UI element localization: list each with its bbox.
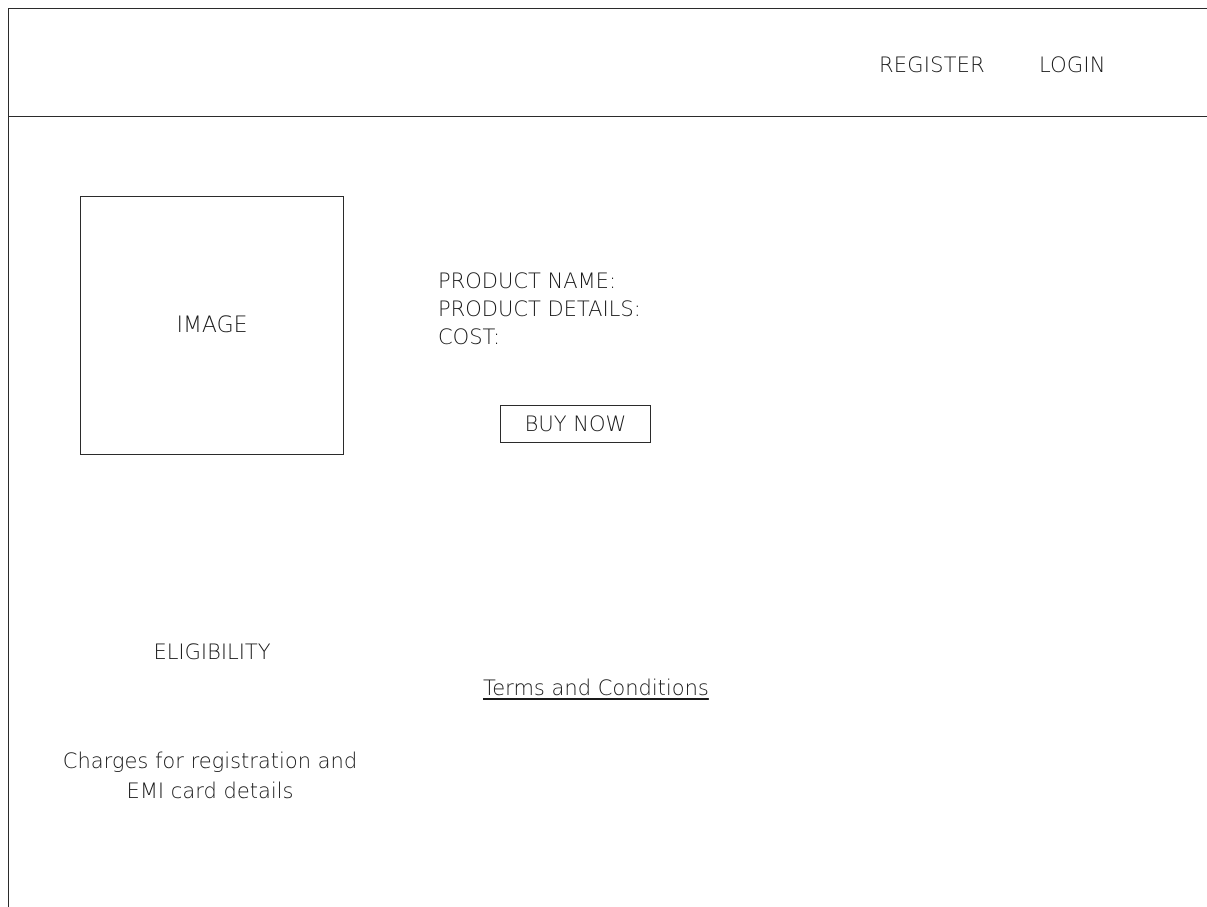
eligibility-label: ELIGIBILITY [153, 640, 271, 664]
product-details-label: PRODUCT DETAILS: [438, 297, 641, 321]
cost-label: COST: [438, 325, 501, 349]
product-image-placeholder: IMAGE [80, 196, 344, 455]
charges-line-2: EMI card details [126, 779, 294, 803]
buy-now-button[interactable]: BUY NOW [500, 405, 651, 443]
charges-line-1: Charges for registration and [62, 749, 358, 773]
terms-and-conditions-link[interactable]: Terms and Conditions [483, 676, 709, 700]
charges-info: Charges for registration and EMI card de… [30, 746, 390, 806]
login-link[interactable]: LOGIN [1039, 53, 1106, 77]
product-name-label: PRODUCT NAME: [438, 269, 617, 293]
product-details: PRODUCT NAME: PRODUCT DETAILS: COST: [438, 267, 641, 351]
header-bar: REGISTER LOGIN [8, 8, 1207, 117]
register-link[interactable]: REGISTER [879, 53, 985, 77]
image-placeholder-label: IMAGE [176, 313, 248, 338]
